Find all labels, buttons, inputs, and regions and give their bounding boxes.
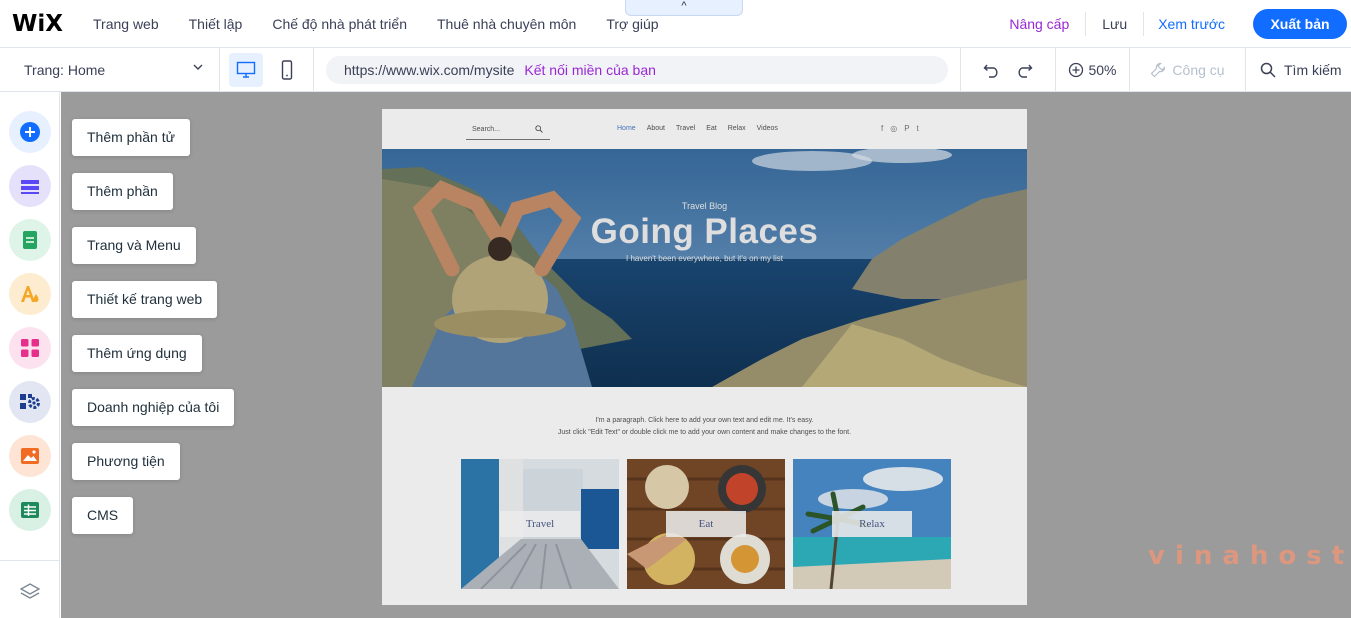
editor-toolbar: Trang: Home https://www.wix.com/mysite K… [0, 47, 1351, 92]
site-header[interactable]: Search... Home About Travel Eat Relax Vi… [382, 109, 1027, 149]
hero-section[interactable]: Travel Blog Going Places I haven't been … [382, 149, 1027, 387]
eat-card-label[interactable]: Eat [666, 511, 746, 537]
desktop-view-button[interactable] [229, 52, 264, 87]
search-button[interactable]: Tìm kiếm [1246, 48, 1351, 92]
save-button[interactable]: Lưu [1086, 12, 1145, 36]
site-design-rail-button[interactable] [9, 273, 51, 315]
hero-text: Travel Blog Going Places I haven't been … [382, 201, 1027, 263]
cms-rail-button[interactable] [9, 489, 51, 531]
travel-card-label[interactable]: Travel [500, 511, 580, 537]
connect-domain-link[interactable]: Kết nối miền của bạn [524, 62, 656, 78]
site-nav-about[interactable]: About [647, 125, 665, 132]
relax-card-label[interactable]: Relax [832, 511, 912, 537]
rail-divider [0, 560, 60, 561]
watermark: vinahost [1148, 541, 1351, 571]
my-business-button[interactable]: Doanh nghiệp của tôi [72, 389, 235, 426]
hero-eyebrow[interactable]: Travel Blog [382, 201, 1027, 211]
search-label: Tìm kiếm [1284, 62, 1342, 78]
page-icon [23, 231, 37, 249]
pages-menu-rail-button[interactable] [9, 219, 51, 261]
hero-title[interactable]: Going Places [382, 212, 1027, 252]
travel-card[interactable]: Travel [461, 459, 619, 589]
add-apps-rail-button[interactable] [9, 327, 51, 369]
business-icon [20, 394, 40, 409]
instagram-icon[interactable]: ◎ [890, 124, 897, 133]
facebook-icon[interactable]: f [881, 124, 883, 133]
paragraph-line-1: I'm a paragraph. Click here to add your … [595, 417, 814, 424]
publish-button[interactable]: Xuất bản [1253, 9, 1347, 39]
paragraph-line-2: Just click "Edit Text" or double click m… [557, 429, 852, 436]
device-switcher [220, 47, 314, 92]
design-icon [21, 286, 39, 302]
site-nav-eat[interactable]: Eat [706, 125, 717, 132]
page-selector[interactable]: Trang: Home [0, 47, 220, 92]
redo-icon[interactable] [1015, 62, 1033, 78]
site-search-icon [535, 125, 543, 133]
social-icons: f ◎ P t [881, 124, 919, 133]
site-url-bar[interactable]: https://www.wix.com/mysite Kết nối miền … [326, 55, 948, 84]
site-nav: Home About Travel Eat Relax Videos [617, 125, 778, 132]
site-nav-home[interactable]: Home [617, 125, 636, 132]
hero-image [382, 149, 1027, 387]
site-page-preview[interactable]: Search... Home About Travel Eat Relax Vi… [382, 109, 1027, 605]
nav-dev-mode[interactable]: Chế độ nhà phát triển [272, 16, 407, 32]
history-controls [960, 48, 1056, 92]
collapse-toolbar-tab[interactable]: ^ [625, 0, 743, 16]
undo-icon[interactable] [983, 62, 1001, 78]
eat-card[interactable]: Eat [627, 459, 785, 589]
site-nav-videos[interactable]: Videos [757, 125, 778, 132]
nav-hire-professional[interactable]: Thuê nhà chuyên môn [437, 16, 576, 32]
preview-button[interactable]: Xem trước [1144, 16, 1253, 32]
cms-button[interactable]: CMS [72, 497, 134, 534]
pinterest-icon[interactable]: P [904, 124, 909, 133]
add-section-button[interactable]: Thêm phần [72, 173, 173, 210]
search-icon [1260, 62, 1276, 78]
media-rail-button[interactable] [9, 435, 51, 477]
section-icon [21, 180, 39, 194]
pages-menu-button[interactable]: Trang và Menu [72, 227, 196, 264]
site-nav-travel[interactable]: Travel [676, 125, 695, 132]
relax-card[interactable]: Relax [793, 459, 951, 589]
mobile-view-button[interactable] [270, 53, 304, 87]
add-elements-button[interactable]: Thêm phần tử [72, 119, 190, 156]
top-actions: Nâng cấp Lưu Xem trước Xuất bản [993, 0, 1351, 48]
nav-settings[interactable]: Thiết lập [189, 16, 243, 32]
mobile-icon [281, 59, 292, 80]
nav-site[interactable]: Trang web [93, 16, 159, 32]
tools-label: Công cụ [1172, 62, 1225, 78]
cms-icon [21, 502, 39, 518]
media-icon [21, 448, 39, 464]
tools-button[interactable]: Công cụ [1130, 48, 1246, 92]
chevron-down-icon [193, 64, 203, 70]
apps-icon [21, 339, 39, 357]
upgrade-button[interactable]: Nâng cấp [993, 12, 1087, 36]
top-bar: WiX Trang web Thiết lập Chế độ nhà phát … [0, 0, 1351, 48]
site-nav-relax[interactable]: Relax [728, 125, 746, 132]
hero-subtitle[interactable]: I haven't been everywhere, but it's on m… [382, 254, 1027, 263]
zoom-level: 50% [1088, 62, 1117, 78]
top-nav: Trang web Thiết lập Chế độ nhà phát triể… [82, 16, 689, 32]
chevron-up-icon: ^ [681, 0, 687, 12]
plus-icon [20, 122, 40, 142]
site-url: https://www.wix.com/mysite [344, 61, 515, 78]
zoom-control[interactable]: 50% [1056, 48, 1130, 92]
add-apps-button[interactable]: Thêm ứng dụng [72, 335, 202, 372]
nav-help[interactable]: Trợ giúp [606, 16, 658, 32]
paragraph-block[interactable]: I'm a paragraph. Click here to add your … [382, 415, 1027, 439]
my-business-rail-button[interactable] [9, 381, 51, 423]
page-selector-label: Trang: Home [24, 61, 106, 78]
wrench-icon [1151, 62, 1166, 78]
site-design-button[interactable]: Thiết kế trang web [72, 281, 218, 318]
editor-canvas[interactable]: Search... Home About Travel Eat Relax Vi… [61, 92, 1351, 618]
zoom-in-icon [1069, 62, 1084, 78]
left-rail [0, 92, 60, 618]
add-elements-rail-button[interactable] [9, 111, 51, 153]
layers-icon[interactable] [19, 581, 41, 603]
media-button[interactable]: Phương tiện [72, 443, 180, 480]
twitter-icon[interactable]: t [917, 124, 919, 133]
desktop-icon [237, 61, 256, 78]
add-section-rail-button[interactable] [9, 165, 51, 207]
wix-logo[interactable]: WiX [0, 11, 82, 37]
